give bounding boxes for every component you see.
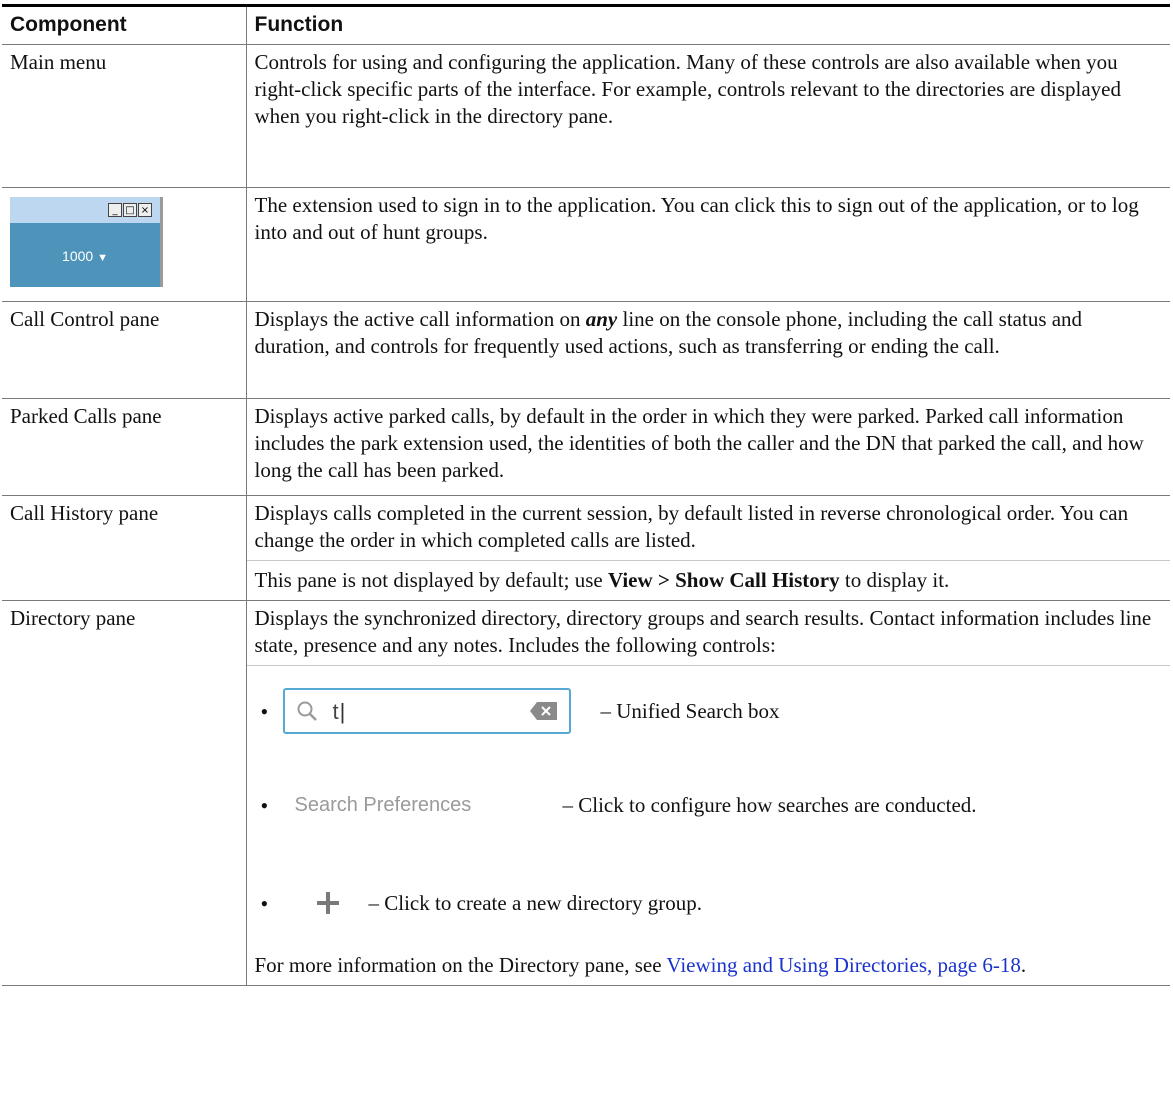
header-component: Component — [2, 4, 247, 45]
directories-link[interactable]: Viewing and Using Directories, page 6-18 — [666, 953, 1020, 977]
row-label-call-control: Call Control pane — [2, 301, 247, 399]
minimize-icon: _ — [108, 203, 122, 217]
list-item: • – Click to create a new directory grou… — [260, 890, 703, 916]
extension-selector: 1000 ▼ — [10, 243, 160, 272]
header-function: Function — [246, 4, 1170, 45]
search-value: t — [333, 698, 529, 725]
list-item: • t – Unified Search box — [255, 666, 1163, 756]
row-label-main-menu: Main menu — [2, 44, 247, 188]
row-desc-parked-calls: Displays active parked calls, by default… — [246, 398, 1170, 496]
component-function-table: Component Function Main menu Controls fo… — [2, 4, 1170, 986]
directory-desc: Displays the synchronized directory, dir… — [254, 606, 1152, 657]
row-desc-extension: The extension used to sign in to the app… — [246, 187, 1170, 302]
row-desc-call-control: Displays the active call information on … — [246, 301, 1170, 399]
table-row: Main menu Controls for using and configu… — [2, 44, 1170, 188]
search-preferences-button[interactable]: Search Preferences — [295, 792, 563, 819]
add-group-desc: – Click to create a new directory group. — [368, 890, 703, 915]
table-row: Parked Calls pane Displays active parked… — [2, 398, 1170, 496]
row-desc-directory: Displays the synchronized directory, dir… — [246, 600, 1170, 986]
directory-controls: • t – Unified Search box • — [246, 665, 1170, 979]
clear-icon[interactable] — [529, 701, 559, 721]
maximize-icon: □ — [123, 203, 137, 217]
search-box-desc: – Unified Search box — [600, 698, 780, 723]
plus-icon — [316, 892, 339, 914]
row-desc-call-history: Displays calls completed in the current … — [246, 495, 1170, 601]
search-icon — [295, 699, 319, 723]
table-row: Call History pane Displays calls complet… — [2, 495, 1170, 601]
row-label-call-history: Call History pane — [2, 495, 247, 601]
table-header-row: Component Function — [2, 4, 1170, 45]
extension-thumbnail: _ □ × 1000 ▼ — [10, 197, 163, 287]
history-desc-2: This pane is not displayed by default; u… — [246, 560, 1170, 594]
add-group-button[interactable] — [293, 892, 363, 914]
row-label-extension: _ □ × 1000 ▼ — [2, 187, 247, 302]
table-row: Directory pane Displays the synchronized… — [2, 600, 1170, 986]
close-icon: × — [138, 203, 152, 217]
search-preferences-desc: – Click to configure how searches are co… — [562, 792, 977, 817]
directory-more-info: For more information on the Directory pa… — [254, 953, 1027, 977]
row-label-parked-calls: Parked Calls pane — [2, 398, 247, 496]
row-desc-main-menu: Controls for using and configuring the a… — [246, 44, 1170, 188]
table-row: Call Control pane Displays the active ca… — [2, 301, 1170, 399]
list-item: • Search Preferences – Click to configur… — [260, 792, 977, 819]
table-row: _ □ × 1000 ▼ The extension used to sign … — [2, 187, 1170, 302]
chevron-down-icon: ▼ — [97, 252, 108, 264]
emphasis-any: any — [585, 307, 618, 331]
history-desc-1: Displays calls completed in the current … — [254, 501, 1129, 552]
extension-number: 1000 — [62, 248, 94, 264]
unified-search-input[interactable]: t — [282, 688, 571, 734]
window-controls: _ □ × — [107, 203, 152, 217]
menu-path: View > Show Call History — [607, 568, 840, 592]
row-label-directory: Directory pane — [2, 600, 247, 986]
